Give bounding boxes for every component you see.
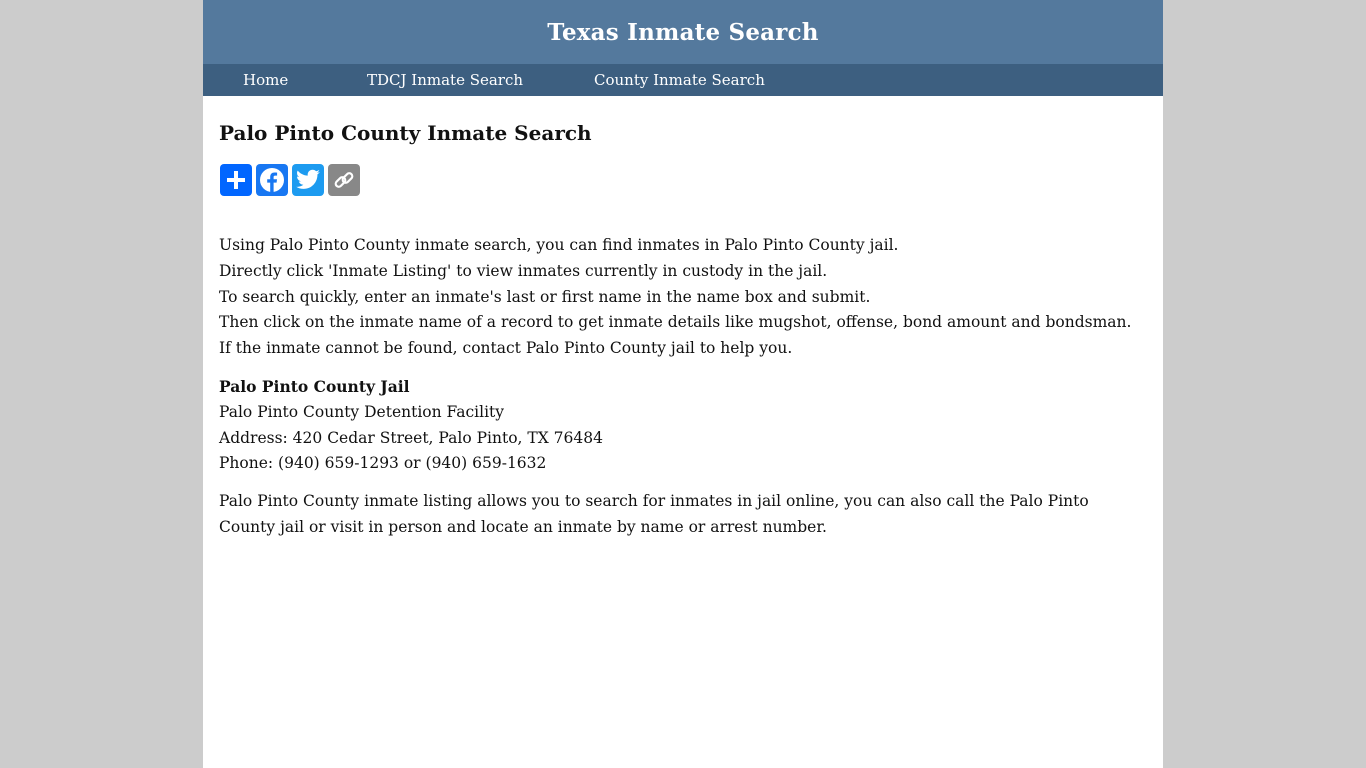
intro-line: To search quickly, enter an inmate's las… [219,287,871,306]
intro-line: If the inmate cannot be found, contact P… [219,339,793,358]
jail-facility: Palo Pinto County Detention Facility [219,402,505,421]
nav-item-home[interactable]: Home [243,64,288,96]
intro-line: Then click on the inmate name of a recor… [219,313,1132,332]
intro-paragraph: Using Palo Pinto County inmate search, y… [219,233,1149,362]
jail-phone: Phone: (940) 659-1293 or (940) 659-1632 [219,454,547,473]
site-header: Texas Inmate Search [203,0,1163,64]
main-nav: Home TDCJ Inmate Search County Inmate Se… [203,64,1163,96]
intro-line: Directly click 'Inmate Listing' to view … [219,261,828,280]
twitter-icon [296,169,320,189]
share-facebook-button[interactable] [256,164,288,196]
nav-item-county-inmate-search[interactable]: County Inmate Search [594,64,765,96]
outro-text: Palo Pinto County inmate listing allows … [219,492,1089,536]
nav-item-tdcj-inmate-search[interactable]: TDCJ Inmate Search [367,64,523,96]
link-icon [334,172,354,188]
share-copy-link-button[interactable] [328,164,360,196]
outro-paragraph: Palo Pinto County inmate listing allows … [219,489,1149,541]
page-title: Palo Pinto County Inmate Search [219,121,592,145]
jail-address: Address: 420 Cedar Street, Palo Pinto, T… [219,428,603,447]
page-container: Texas Inmate Search Home TDCJ Inmate Sea… [203,0,1163,768]
share-buttons [220,164,360,196]
intro-line: Using Palo Pinto County inmate search, y… [219,236,899,254]
jail-info: Palo Pinto County Jail Palo Pinto County… [219,374,1149,477]
plus-icon [227,171,245,189]
share-twitter-button[interactable] [292,164,324,196]
jail-heading: Palo Pinto County Jail [219,377,410,396]
site-title[interactable]: Texas Inmate Search [547,19,818,46]
share-add-button[interactable] [220,164,252,196]
facebook-icon [260,168,284,192]
